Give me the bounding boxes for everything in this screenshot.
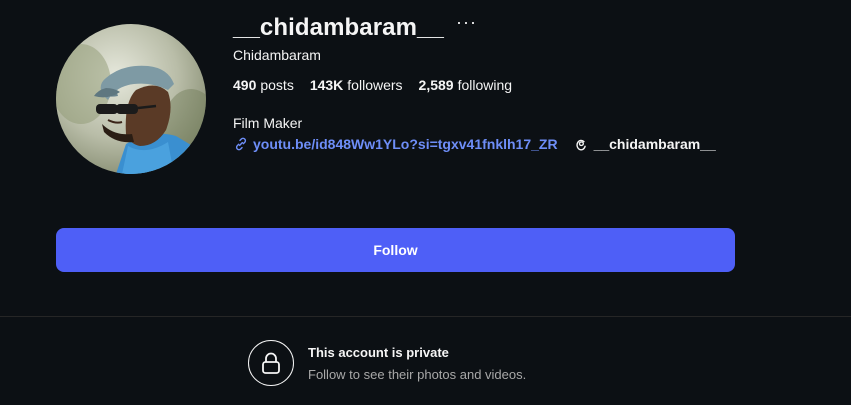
external-link[interactable]: youtu.be/id848Ww1YLo?si=tgxv41fnklh17_ZR	[233, 136, 558, 152]
following-label: following	[457, 77, 513, 93]
link-icon	[235, 137, 247, 151]
private-account-notice: This account is private Follow to see th…	[248, 340, 526, 386]
avatar-image	[56, 24, 206, 174]
avatar[interactable]	[56, 24, 206, 174]
full-name: Chidambaram	[233, 47, 321, 63]
private-title: This account is private	[308, 345, 449, 360]
posts-label: posts	[260, 77, 294, 93]
ellipsis-icon[interactable]: ···	[456, 12, 477, 33]
private-text: This account is private Follow to see th…	[308, 344, 526, 382]
username: __chidambaram__	[233, 14, 444, 41]
posts-stat: 490 posts	[233, 77, 294, 93]
threads-handle: __chidambaram__	[593, 136, 716, 152]
threads-link[interactable]: __chidambaram__	[574, 136, 716, 152]
lock-badge	[248, 340, 294, 386]
divider	[0, 316, 851, 317]
followers-label: followers	[347, 77, 403, 93]
private-subtitle: Follow to see their photos and videos.	[308, 367, 527, 382]
profile-stats: 490 posts 143K followers 2,589 following	[233, 77, 512, 93]
profile-page: __chidambaram__ ··· Chidambaram 490 posts…	[0, 0, 851, 405]
lock-icon	[262, 352, 280, 374]
external-link-text: youtu.be/id848Ww1YLo?si=tgxv41fnklh17_ZR	[253, 136, 558, 152]
posts-count: 490	[233, 77, 257, 93]
follow-button[interactable]: Follow	[56, 228, 735, 272]
threads-icon	[575, 139, 586, 151]
following-stat[interactable]: 2,589 following	[419, 77, 513, 93]
profile-links: youtu.be/id848Ww1YLo?si=tgxv41fnklh17_ZR…	[233, 136, 716, 152]
username-row: __chidambaram__ ···	[233, 10, 477, 46]
bio: Film Maker	[233, 115, 303, 131]
following-count: 2,589	[418, 77, 454, 93]
followers-count: 143K	[309, 77, 344, 93]
followers-stat[interactable]: 143K followers	[310, 77, 403, 93]
